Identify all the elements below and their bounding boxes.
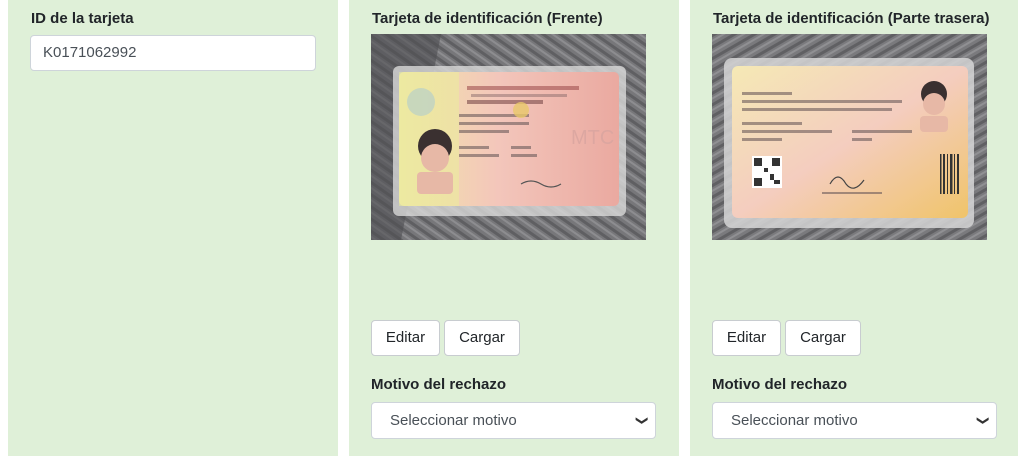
front-edit-button[interactable]: Editar bbox=[371, 320, 440, 356]
card-id-panel: ID de la tarjeta K0171062992 bbox=[8, 0, 338, 456]
id-front-label: Tarjeta de identificación (Frente) bbox=[372, 10, 603, 27]
id-front-panel: Tarjeta de identificación (Frente) MTC E… bbox=[349, 0, 679, 456]
front-reason-value: Seleccionar motivo bbox=[390, 412, 517, 429]
id-back-image bbox=[712, 34, 987, 240]
card-id-label: ID de la tarjeta bbox=[31, 10, 134, 27]
front-upload-button[interactable]: Cargar bbox=[444, 320, 520, 356]
id-back-label: Tarjeta de identificación (Parte trasera… bbox=[713, 10, 990, 27]
id-back-panel: Tarjeta de identificación (Parte trasera… bbox=[690, 0, 1018, 456]
card-id-field[interactable]: K0171062992 bbox=[30, 35, 316, 71]
back-reason-select[interactable]: Seleccionar motivo ❯ bbox=[712, 402, 997, 439]
back-reason-value: Seleccionar motivo bbox=[731, 412, 858, 429]
chevron-down-icon: ❯ bbox=[635, 415, 650, 426]
back-reason-label: Motivo del rechazo bbox=[712, 376, 848, 393]
front-reason-select[interactable]: Seleccionar motivo ❯ bbox=[371, 402, 656, 439]
back-upload-button[interactable]: Cargar bbox=[785, 320, 861, 356]
id-front-image: MTC bbox=[371, 34, 646, 240]
svg-text:MTC: MTC bbox=[571, 127, 614, 149]
back-edit-button[interactable]: Editar bbox=[712, 320, 781, 356]
chevron-down-icon: ❯ bbox=[976, 415, 991, 426]
front-reason-label: Motivo del rechazo bbox=[371, 376, 507, 393]
